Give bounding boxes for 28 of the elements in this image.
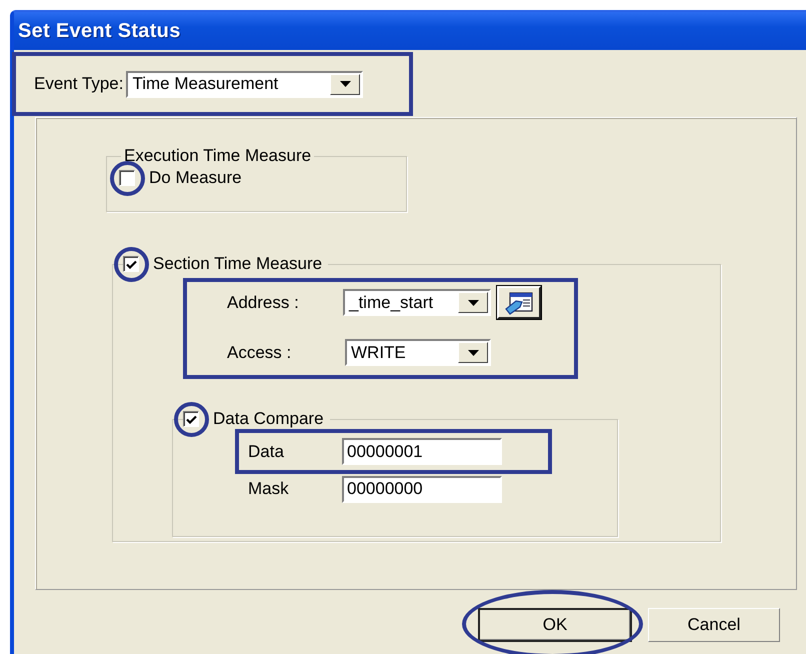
caret-icon <box>468 300 478 306</box>
dialog-button[interactable]: OK <box>478 608 632 642</box>
caret-icon <box>468 350 478 356</box>
field-label: Access : <box>227 342 292 362</box>
window-title: Set Event Status <box>18 20 181 42</box>
checkbox[interactable] <box>183 411 199 427</box>
field-label: Event Type: <box>34 74 124 94</box>
checkbox[interactable] <box>119 170 135 186</box>
dialog-button[interactable]: Cancel <box>648 608 780 642</box>
checkbox-label: Data Compare <box>211 409 326 429</box>
input-field[interactable]: 00000001 <box>342 438 502 465</box>
check-icon <box>126 260 136 268</box>
check-icon <box>186 414 196 424</box>
picker-button[interactable] <box>497 286 541 319</box>
window-tag-icon <box>504 290 534 314</box>
dropdown-field[interactable]: _time_start <box>343 289 491 316</box>
dropdown-field[interactable]: Time Measurement <box>126 70 364 98</box>
field-label: Address : <box>227 292 300 312</box>
field-label: Mask <box>248 479 290 499</box>
dropdown-field[interactable]: WRITE <box>345 339 491 366</box>
dropdown-button[interactable] <box>458 342 488 363</box>
dropdown-button[interactable] <box>458 292 488 313</box>
field-label: Data <box>248 442 285 462</box>
dropdown-button[interactable] <box>330 74 360 94</box>
input-field[interactable]: 00000000 <box>342 476 502 502</box>
group-title: Execution Time Measure <box>123 146 312 166</box>
checkbox[interactable] <box>123 256 139 272</box>
caret-icon <box>340 81 351 87</box>
